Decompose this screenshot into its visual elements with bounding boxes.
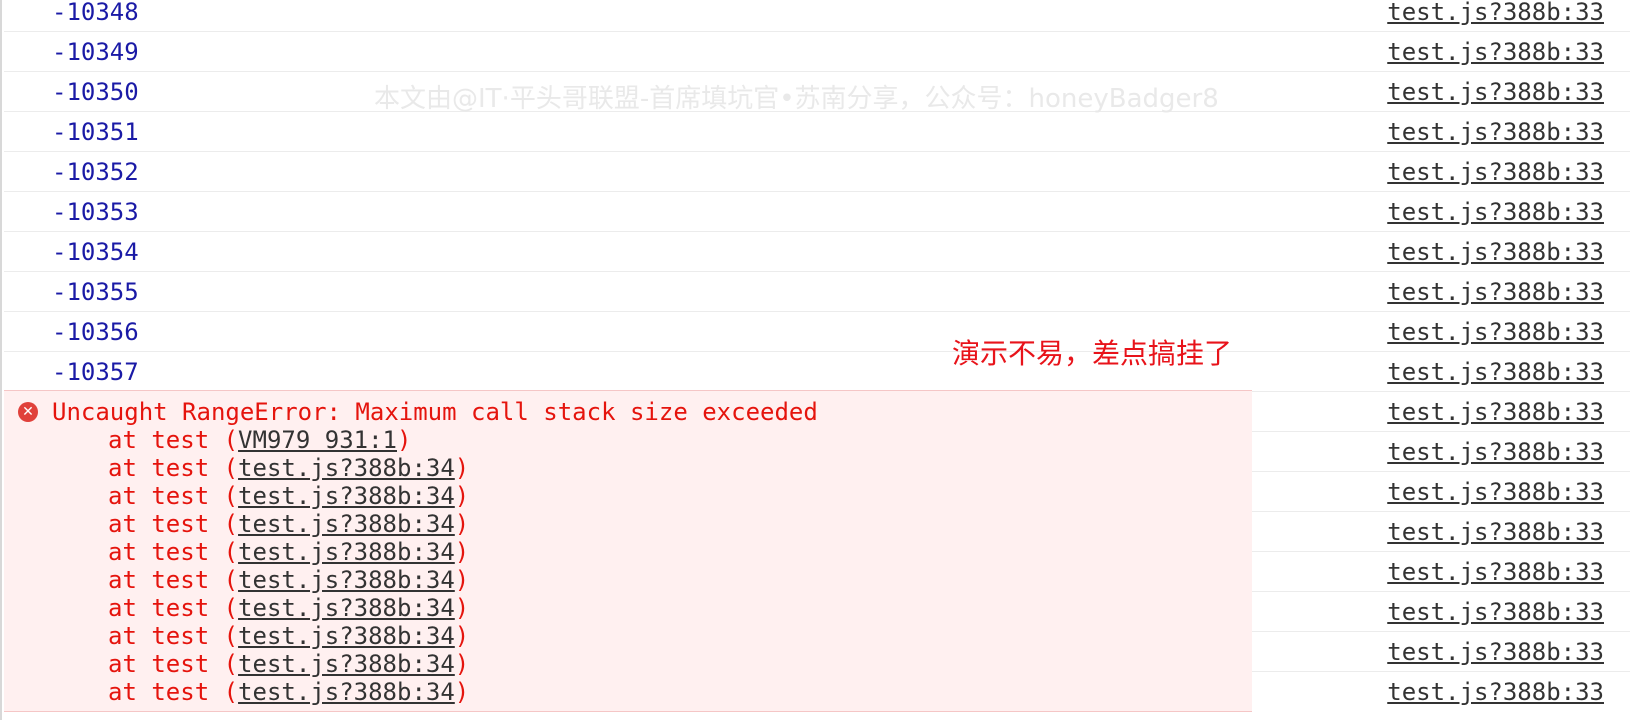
source-cell: test.js?388b:33 <box>1252 432 1630 472</box>
stack-suffix: ) <box>454 510 470 538</box>
source-link[interactable]: test.js?388b:33 <box>1387 278 1604 306</box>
source-cell: test.js?388b:33 <box>1252 0 1630 32</box>
source-cell: test.js?388b:33 <box>1252 232 1630 272</box>
stack-source-link[interactable]: test.js?388b:34 <box>238 482 455 510</box>
stack-trace-line: at test (test.js?388b:34) <box>108 678 469 706</box>
stack-suffix: ) <box>454 482 470 510</box>
stack-suffix: ) <box>454 678 470 706</box>
stack-trace-line: at test (test.js?388b:34) <box>108 482 469 510</box>
stack-trace-line: at test (test.js?388b:34) <box>108 594 469 622</box>
source-link[interactable]: test.js?388b:33 <box>1387 318 1604 346</box>
stack-suffix: ) <box>454 538 470 566</box>
stack-prefix: at test ( <box>108 510 239 538</box>
log-value: -10352 <box>52 158 139 186</box>
source-link[interactable]: test.js?388b:33 <box>1387 598 1604 626</box>
log-value: -10348 <box>52 0 139 26</box>
source-link[interactable]: test.js?388b:33 <box>1387 198 1604 226</box>
error-circle-icon: ✕ <box>18 402 38 422</box>
stack-source-link[interactable]: test.js?388b:34 <box>238 678 455 706</box>
stack-prefix: at test ( <box>108 454 239 482</box>
source-link[interactable]: test.js?388b:33 <box>1387 518 1604 546</box>
log-value: -10354 <box>52 238 139 266</box>
log-value: -10351 <box>52 118 139 146</box>
stack-suffix: ) <box>454 566 470 594</box>
stack-prefix: at test ( <box>108 678 239 706</box>
source-cell: test.js?388b:33 <box>1252 32 1630 72</box>
console-log-row: -10355 <box>4 272 1252 312</box>
stack-source-link[interactable]: test.js?388b:34 <box>238 510 455 538</box>
source-cell: test.js?388b:33 <box>1252 272 1630 312</box>
stack-trace-line: at test (test.js?388b:34) <box>108 650 469 678</box>
stack-source-link[interactable]: VM979 931:1 <box>238 426 397 454</box>
stack-prefix: at test ( <box>108 566 239 594</box>
source-link[interactable]: test.js?388b:33 <box>1387 78 1604 106</box>
source-link[interactable]: test.js?388b:33 <box>1387 558 1604 586</box>
source-cell: test.js?388b:33 <box>1252 312 1630 352</box>
source-link[interactable]: test.js?388b:33 <box>1387 158 1604 186</box>
stack-trace-line: at test (test.js?388b:34) <box>108 622 469 650</box>
stack-suffix: ) <box>454 622 470 650</box>
stack-trace-line: at test (test.js?388b:34) <box>108 538 469 566</box>
source-cell: test.js?388b:33 <box>1252 152 1630 192</box>
source-link[interactable]: test.js?388b:33 <box>1387 678 1604 706</box>
source-cell: test.js?388b:33 <box>1252 352 1630 392</box>
source-link[interactable]: test.js?388b:33 <box>1387 0 1604 26</box>
source-cell: test.js?388b:33 <box>1252 552 1630 592</box>
stack-suffix: ) <box>397 426 412 454</box>
console-log-row: -10354 <box>4 232 1252 272</box>
source-link[interactable]: test.js?388b:33 <box>1387 238 1604 266</box>
log-value: -10357 <box>52 358 139 386</box>
stack-prefix: at test ( <box>108 426 239 454</box>
source-cell: test.js?388b:33 <box>1252 592 1630 632</box>
source-cell: test.js?388b:33 <box>1252 472 1630 512</box>
source-cell: test.js?388b:33 <box>1252 512 1630 552</box>
source-link[interactable]: test.js?388b:33 <box>1387 38 1604 66</box>
stack-suffix: ) <box>454 594 470 622</box>
stack-source-link[interactable]: test.js?388b:34 <box>238 454 455 482</box>
stack-suffix: ) <box>454 454 470 482</box>
log-value: -10349 <box>52 38 139 66</box>
console-log-row: -10351 <box>4 112 1252 152</box>
source-link[interactable]: test.js?388b:33 <box>1387 118 1604 146</box>
stack-source-link[interactable]: test.js?388b:34 <box>238 622 455 650</box>
stack-source-link[interactable]: test.js?388b:34 <box>238 538 455 566</box>
source-link[interactable]: test.js?388b:33 <box>1387 638 1604 666</box>
stack-prefix: at test ( <box>108 594 239 622</box>
stack-trace-line: at test (test.js?388b:34) <box>108 510 469 538</box>
stack-prefix: at test ( <box>108 538 239 566</box>
source-cell: test.js?388b:33 <box>1252 192 1630 232</box>
console-log-row: -10353 <box>4 192 1252 232</box>
stack-source-link[interactable]: test.js?388b:34 <box>238 594 455 622</box>
log-value: -10350 <box>52 78 139 106</box>
source-cell: test.js?388b:33 <box>1252 672 1630 712</box>
log-value: -10353 <box>52 198 139 226</box>
source-link[interactable]: test.js?388b:33 <box>1387 398 1604 426</box>
source-link[interactable]: test.js?388b:33 <box>1387 478 1604 506</box>
stack-trace-line: at test (test.js?388b:34) <box>108 566 469 594</box>
stack-prefix: at test ( <box>108 622 239 650</box>
error-message-text: Uncaught RangeError: Maximum call stack … <box>52 398 818 426</box>
stack-suffix: ) <box>454 650 470 678</box>
source-link[interactable]: test.js?388b:33 <box>1387 438 1604 466</box>
log-value: -10356 <box>52 318 139 346</box>
stack-source-link[interactable]: test.js?388b:34 <box>238 566 455 594</box>
source-cell: test.js?388b:33 <box>1252 392 1630 432</box>
source-cell: test.js?388b:33 <box>1252 72 1630 112</box>
console-panel: -10348 test.js?388b:33 -10349 test.js?38… <box>0 0 1630 720</box>
stack-trace-line: at test (test.js?388b:34) <box>108 454 469 482</box>
stack-prefix: at test ( <box>108 482 239 510</box>
stack-prefix: at test ( <box>108 650 239 678</box>
log-value: -10355 <box>52 278 139 306</box>
console-log-row: -10348 <box>4 0 1252 32</box>
source-cell: test.js?388b:33 <box>1252 632 1630 672</box>
annotation-text: 演示不易，差点搞挂了 <box>952 337 1233 370</box>
source-cell: test.js?388b:33 <box>1252 112 1630 152</box>
stack-trace-line: at test (VM979 931:1) <box>108 426 411 454</box>
error-message-block: ✕ Uncaught RangeError: Maximum call stac… <box>4 390 1252 712</box>
watermark-text: 本文由@IT·平头哥联盟-首席填坑官•苏南分享，公众号：honeyBadger8 <box>374 84 1219 114</box>
source-link[interactable]: test.js?388b:33 <box>1387 358 1604 386</box>
console-log-row: -10352 <box>4 152 1252 192</box>
stack-source-link[interactable]: test.js?388b:34 <box>238 650 455 678</box>
console-log-row: -10349 <box>4 32 1252 72</box>
